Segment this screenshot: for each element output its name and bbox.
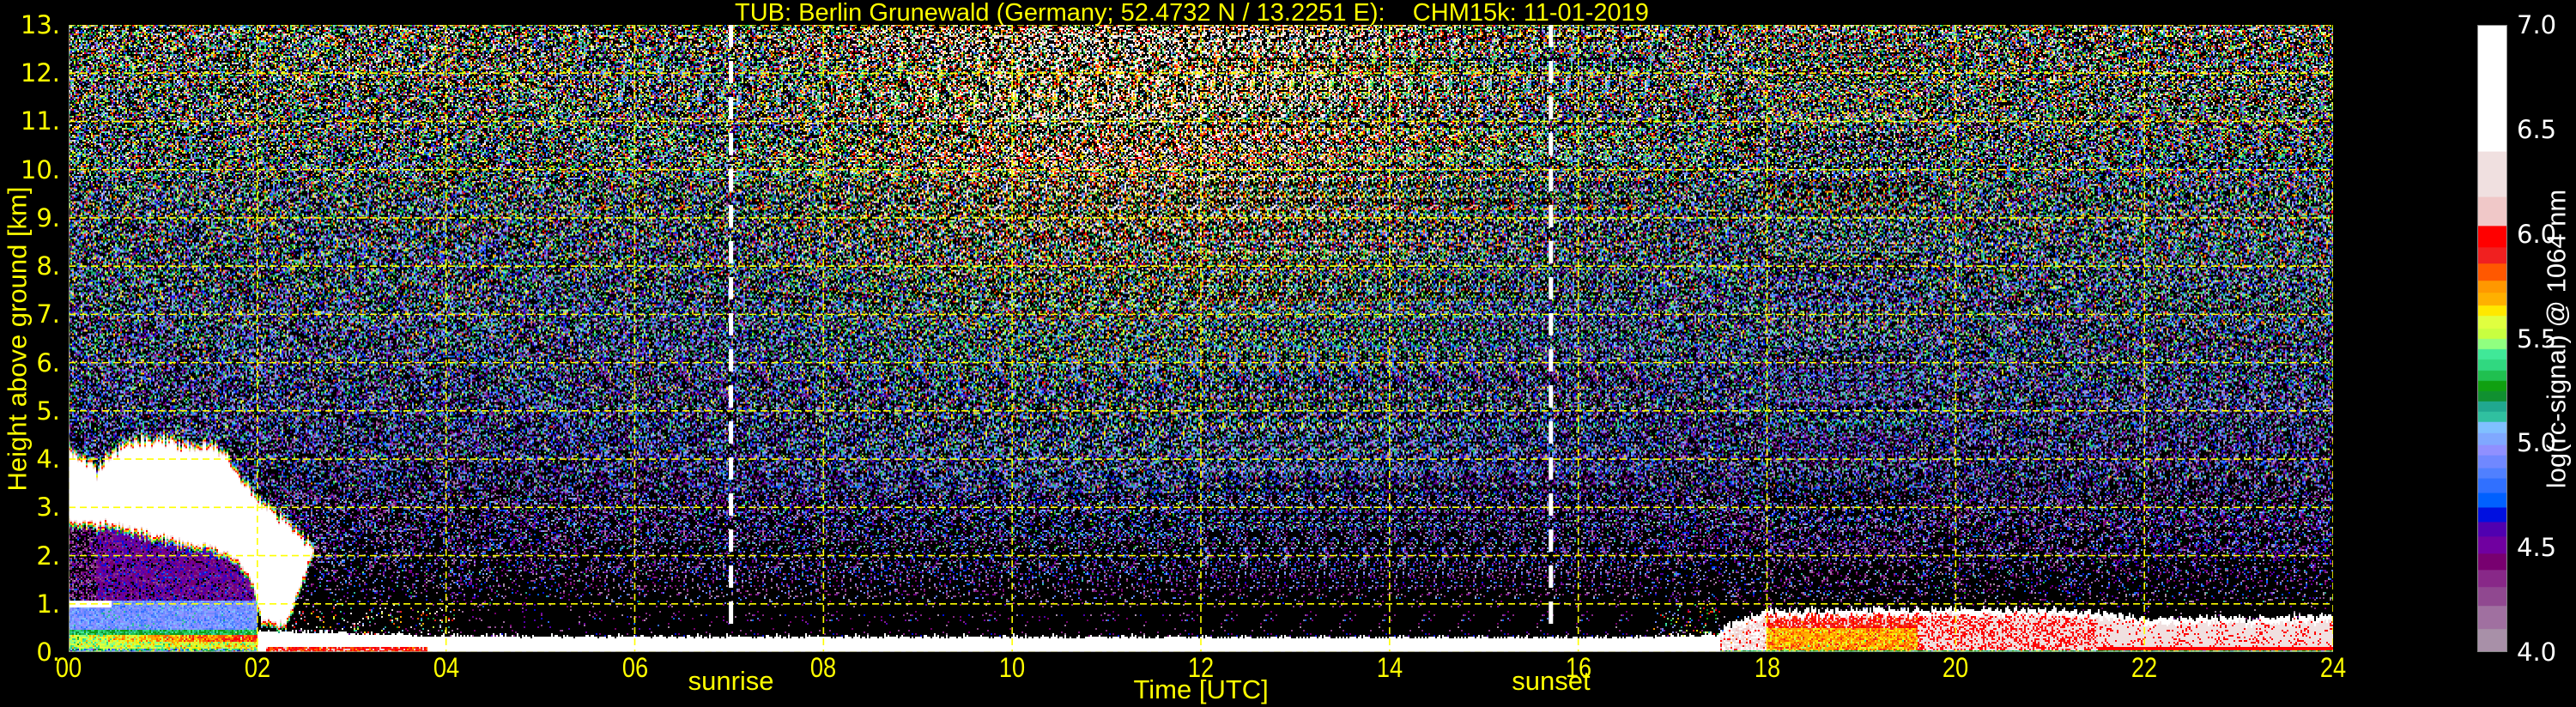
x-tick-label: 08 [810, 652, 837, 683]
x-tick-label: 02 [244, 652, 270, 683]
x-tick-label: 10 [999, 652, 1026, 683]
sunrise-label: sunrise [688, 666, 774, 696]
y-tick-label: 10. [20, 154, 60, 184]
colorbar-tick-label: 4.5 [2517, 533, 2557, 563]
x-tick-label: 00 [55, 652, 82, 683]
x-tick-label: 18 [1754, 652, 1780, 683]
sunset-label: sunset [1512, 666, 1591, 696]
colorbar [2477, 25, 2507, 652]
y-tick-label: 12. [20, 58, 60, 88]
x-tick-label: 20 [1943, 652, 1969, 683]
plot-area [69, 25, 2333, 652]
x-axis-label: Time [UTC] [1133, 674, 1269, 704]
x-tick-label: 14 [1376, 652, 1403, 683]
y-tick-label: 2. [36, 541, 60, 571]
x-tick-label: 04 [433, 652, 459, 683]
y-axis-label: Height above ground [km] [2, 186, 32, 491]
y-tick-label: 1. [36, 589, 60, 619]
y-tick-label: 13. [20, 10, 60, 39]
colorbar-tick-label: 4.0 [2517, 638, 2557, 667]
colorbar-label: log(rc-signal) @ 1064 nm [2540, 189, 2571, 488]
x-tick-label: 06 [621, 652, 648, 683]
y-tick-label: 11. [20, 106, 60, 136]
colorbar-tick-label: 6.5 [2517, 114, 2557, 144]
y-tick-label: 3. [36, 492, 60, 523]
x-tick-label: 24 [2319, 652, 2347, 683]
colorbar-tick-label: 7.0 [2517, 10, 2557, 39]
x-tick-label: 22 [2131, 652, 2158, 683]
chart-title: TUB: Berlin Grunewald (Germany; 52.4732 … [735, 0, 1649, 27]
grid-overlay [69, 25, 2333, 652]
